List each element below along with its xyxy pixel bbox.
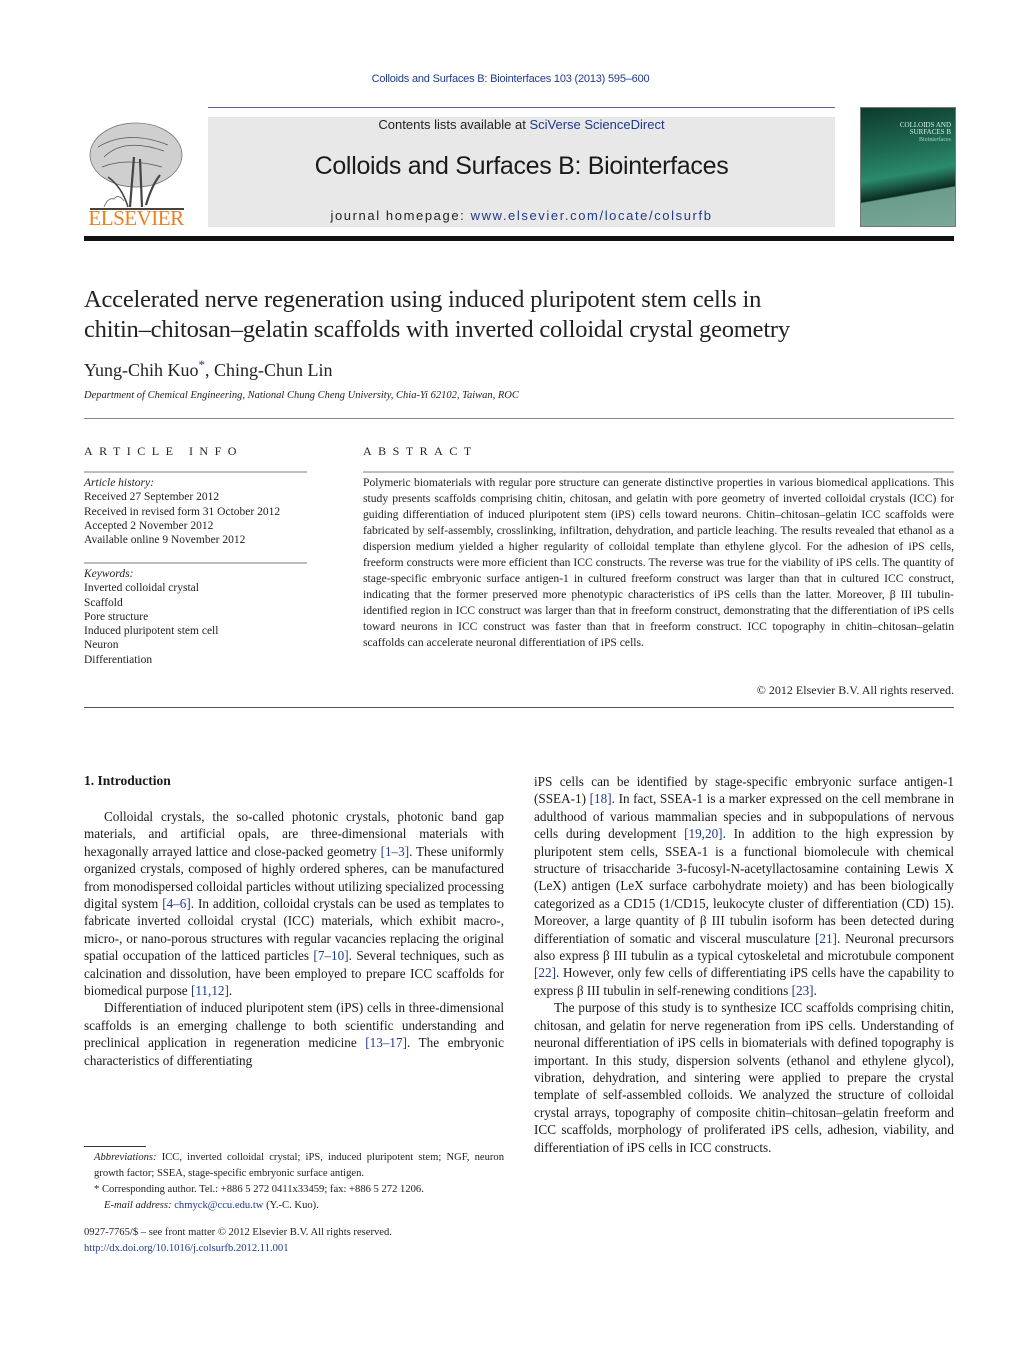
homepage-prefix: journal homepage:	[330, 208, 471, 223]
abstract-heading: ABSTRACT	[363, 444, 478, 458]
journal-homepage-line: journal homepage: www.elsevier.com/locat…	[208, 208, 835, 223]
section-heading-introduction: 1. Introduction	[84, 773, 171, 788]
history-item: Received 27 September 2012	[84, 491, 220, 504]
running-head-citation[interactable]: Colloids and Surfaces B: Biointerfaces 1…	[0, 73, 1021, 85]
journal-homepage-link[interactable]: www.elsevier.com/locate/colsurfb	[471, 208, 713, 223]
sciencedirect-link[interactable]: SciVerse ScienceDirect	[529, 117, 664, 132]
abstract-text: Polymeric biomaterials with regular pore…	[363, 476, 954, 649]
abbreviations-footnote: Abbreviations: ICC, inverted colloidal c…	[84, 1150, 504, 1182]
author-affiliation: Department of Chemical Engineering, Nati…	[84, 390, 519, 401]
article-history: Article history: Received 27 September 2…	[84, 476, 280, 547]
email-footnote: E-mail address: chmyck@ccu.edu.tw (Y.-C.…	[84, 1198, 504, 1214]
author-list: Yung-Chih Kuo*, Ching-Chun Lin	[84, 357, 333, 381]
email-link[interactable]: chmyck@ccu.edu.tw	[174, 1200, 263, 1211]
article-title-line-1: Accelerated nerve regeneration using ind…	[84, 286, 762, 313]
citation-link[interactable]: [23]	[792, 983, 814, 998]
divider	[363, 471, 954, 473]
paragraph-text: . However, only few cells of differentia…	[534, 965, 954, 998]
body-paragraph: iPS cells can be identified by stage-spe…	[534, 773, 954, 999]
body-paragraph: Differentiation of induced pluripotent s…	[84, 999, 504, 1069]
paragraph-text: . In addition to the high expression by …	[534, 826, 955, 946]
body-paragraph: The purpose of this study is to synthesi…	[534, 999, 954, 1156]
history-item: Accepted 2 November 2012	[84, 519, 214, 532]
divider	[84, 707, 954, 708]
cover-title-text: COLLOIDS AND SURFACES B	[899, 121, 951, 136]
divider	[84, 562, 307, 564]
paragraph-text: .	[228, 983, 233, 999]
email-label: E-mail address:	[104, 1200, 175, 1211]
keyword-item: Pore structure	[84, 610, 149, 623]
citation-link[interactable]: [13–17]	[365, 1035, 407, 1050]
keyword-item: Inverted colloidal crystal	[84, 582, 199, 595]
divider	[84, 471, 307, 473]
article-title-line-2: chitin–chitosan–gelatin scaffolds with i…	[84, 316, 790, 343]
abstract-copyright: © 2012 Elsevier B.V. All rights reserved…	[756, 683, 954, 697]
issn-line: 0927-7765/$ – see front matter © 2012 El…	[84, 1227, 392, 1238]
corresponding-author-footnote: * Corresponding author. Tel.: +886 5 272…	[94, 1184, 424, 1195]
footnote-divider	[84, 1146, 146, 1147]
author-name[interactable]: Ching-Chun Lin	[214, 360, 333, 380]
divider	[84, 418, 954, 419]
body-paragraph: Colloidal crystals, the so-called photon…	[84, 808, 504, 999]
author-separator: ,	[205, 360, 215, 380]
email-suffix: (Y.-C. Kuo).	[263, 1200, 319, 1211]
citation-link[interactable]: [4–6]	[162, 896, 191, 911]
keywords-label: Keywords:	[84, 568, 134, 580]
masthead-top-rule	[208, 107, 835, 108]
author-name[interactable]: Yung-Chih Kuo	[84, 360, 199, 380]
keyword-item: Scaffold	[84, 596, 123, 609]
citation-link[interactable]: [11,12]	[191, 983, 229, 998]
front-matter: 0927-7765/$ – see front matter © 2012 El…	[84, 1225, 392, 1256]
article-info-heading: ARTICLE INFO	[84, 444, 243, 458]
keyword-item: Neuron	[84, 639, 119, 652]
masthead-thick-rule	[84, 236, 954, 241]
history-item: Received in revised form 31 October 2012	[84, 505, 281, 518]
abbreviations-label: Abbreviations:	[94, 1152, 157, 1163]
footnotes: Abbreviations: ICC, inverted colloidal c…	[84, 1150, 504, 1214]
paragraph-text: The purpose of this study is to synthesi…	[534, 1000, 954, 1155]
keywords: Keywords: Inverted colloidal crystal Sca…	[84, 567, 218, 667]
contents-prefix: Contents lists available at	[378, 117, 530, 132]
paragraph-text: .	[813, 982, 817, 998]
keyword-item: Induced pluripotent stem cell	[84, 625, 219, 638]
citation-link[interactable]: [22]	[534, 965, 556, 980]
citation-link[interactable]: [19,20]	[684, 826, 722, 841]
body-column-right: iPS cells can be identified by stage-spe…	[534, 773, 954, 1156]
journal-title: Colloids and Surfaces B: Biointerfaces	[314, 152, 729, 180]
contents-availability-line: Contents lists available at SciVerse Sci…	[208, 117, 835, 132]
citation-link[interactable]: [21]	[815, 931, 837, 946]
history-item: Available online 9 November 2012	[84, 534, 246, 547]
journal-cover-title: COLLOIDS AND SURFACES B Biointerfaces	[873, 122, 951, 144]
citation-link[interactable]: [1–3]	[381, 844, 410, 859]
citation-link[interactable]: [18]	[590, 791, 612, 806]
doi-link[interactable]: http://dx.doi.org/10.1016/j.colsurfb.201…	[84, 1241, 392, 1257]
elsevier-wordmark[interactable]: ELSEVIER	[84, 206, 188, 231]
body-column-left: Colloidal crystals, the so-called photon…	[84, 808, 504, 1069]
keyword-item: Differentiation	[84, 653, 153, 666]
cover-subtitle-text: Biointerfaces	[919, 137, 951, 143]
article-history-label: Article history:	[84, 477, 154, 489]
article-title: Accelerated nerve regeneration using ind…	[84, 285, 964, 345]
citation-link[interactable]: [7–10]	[313, 948, 348, 963]
